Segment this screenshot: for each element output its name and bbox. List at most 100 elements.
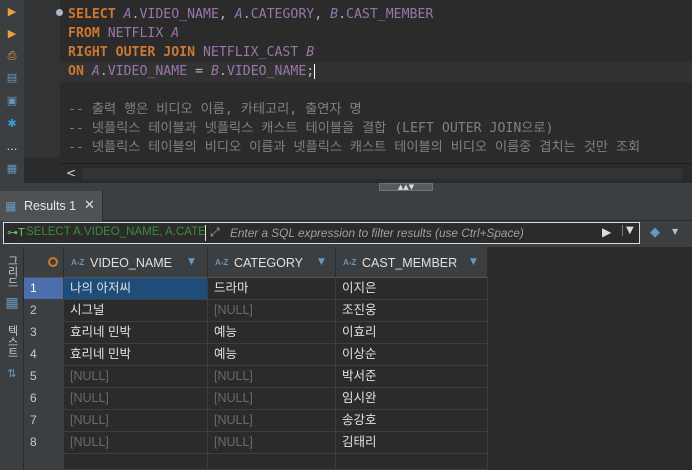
table-row[interactable]: 3 효리네 민박 예능 이효리 [24, 322, 488, 344]
row-number-empty [24, 454, 64, 470]
cell-category[interactable]: [NULL] [208, 366, 336, 388]
settings-gear-icon[interactable]: ✱ [4, 116, 20, 132]
fold-marker-icon[interactable] [56, 9, 63, 16]
table-row[interactable]: 1 나의 아저씨 드라마 이지은 [24, 278, 488, 300]
cell-category[interactable]: 드라마 [208, 278, 336, 300]
cell-video-name[interactable]: 시그널 [64, 300, 208, 322]
cell-video-name[interactable]: [NULL] [64, 366, 208, 388]
cell-cast-member[interactable]: 김태리 [336, 432, 488, 454]
code-token: . [218, 64, 227, 79]
execute-script-icon[interactable]: ▶ [4, 26, 20, 42]
code-line[interactable] [68, 81, 640, 100]
code-token: A [91, 64, 100, 79]
table-row[interactable]: 8 [NULL] [NULL] 김태리 [24, 432, 488, 454]
code-token: A [171, 26, 180, 41]
row-number[interactable]: 4 [24, 344, 64, 366]
splitter-toggle-icon[interactable]: ▲▲▼ [379, 183, 433, 191]
cell-cast-member[interactable]: 조진웅 [336, 300, 488, 322]
code-line[interactable]: FROM NETFLIX A [68, 24, 640, 43]
column-header-cast-member[interactable]: A-Z CAST_MEMBER ▼ [336, 247, 488, 278]
code-line[interactable]: -- 출력 행은 비디오 이름, 카테고리, 출연자 명 [68, 100, 640, 119]
cell-video-name[interactable]: [NULL] [64, 432, 208, 454]
code-line[interactable]: RIGHT OUTER JOIN NETFLIX_CAST B [68, 43, 640, 62]
cell-cast-member[interactable]: 송강호 [336, 410, 488, 432]
line-gutter [24, 0, 60, 158]
panel-splitter[interactable]: ▲▲▼ [0, 183, 692, 191]
row-number[interactable]: 6 [24, 388, 64, 410]
code-line[interactable]: SELECT A.VIDEO_NAME, A.CATEGORY, B.CAST_… [68, 5, 640, 24]
cell-cast-member[interactable]: 이상순 [336, 344, 488, 366]
explain-plan-icon[interactable]: ▤ [4, 70, 20, 86]
table-row[interactable]: 7 [NULL] [NULL] 송강호 [24, 410, 488, 432]
editor-horizontal-scrollbar[interactable]: < [60, 163, 692, 183]
code-token: -- 출력 행은 비디오 이름, 카테고리, 출연자 명 [68, 102, 362, 117]
sql-filter-icon: ⊶T [7, 226, 25, 239]
code-line[interactable]: ON A.VIDEO_NAME = B.VIDEO_NAME; [68, 62, 640, 81]
apply-filter-icon[interactable]: ▶ [602, 225, 611, 239]
code-token: VIDEO_NAME [139, 7, 219, 22]
sort-filter-icon[interactable]: ▼ [470, 257, 477, 267]
execute-in-new-tab-icon[interactable]: ⎙ [4, 48, 20, 64]
code-token: -- 넷플릭스 테이블의 비디오 이름과 넷플릭스 캐스트 테이블의 비디오 이… [68, 140, 641, 155]
terminal-icon[interactable]: ▣ [4, 93, 20, 109]
expand-icon[interactable]: ⤢ [210, 225, 220, 240]
cell-category[interactable]: [NULL] [208, 300, 336, 322]
grid-view-icon[interactable]: ▦ [3, 295, 21, 311]
code-token: VIDEO_NAME [226, 64, 307, 79]
close-icon[interactable]: ✕ [84, 198, 95, 213]
filter-placeholder: Enter a SQL expression to filter results… [230, 226, 524, 240]
transpose-icon[interactable]: ⇅ [3, 367, 21, 380]
tab-results-1[interactable]: ▦ Results 1 ✕ [0, 191, 103, 221]
code-line[interactable]: -- 넷플릭스 테이블과 넷플릭스 캐스트 테이블을 결합 (LEFT OUTE… [68, 119, 640, 138]
cell-video-name[interactable]: [NULL] [64, 410, 208, 432]
cell-category[interactable]: [NULL] [208, 432, 336, 454]
row-number[interactable]: 7 [24, 410, 64, 432]
sql-editor[interactable]: ▶ ▶ ⎙ ▤ ▣ ✱ … ▦ SELECT A.VIDEO_NAME, A.C… [0, 0, 692, 183]
cell-video-name[interactable]: 효리네 민박 [64, 322, 208, 344]
sql-code[interactable]: SELECT A.VIDEO_NAME, A.CATEGORY, B.CAST_… [68, 5, 640, 157]
eraser-dropdown-icon[interactable]: ▼ [672, 227, 678, 236]
cell-category[interactable]: [NULL] [208, 388, 336, 410]
cell-cast-member[interactable]: 박서준 [336, 366, 488, 388]
grid-corner[interactable] [24, 247, 64, 278]
grid-table-icon: ▦ [5, 199, 17, 213]
execute-statement-icon[interactable]: ▶ [4, 4, 20, 20]
column-header-video-name[interactable]: A-Z VIDEO_NAME ▼ [64, 247, 208, 278]
row-number[interactable]: 2 [24, 300, 64, 322]
cell-video-name[interactable]: 효리네 민박 [64, 344, 208, 366]
filter-current-query: SELECT A.VIDEO_NAME, A.CATE [26, 226, 206, 238]
cell-category[interactable]: 예능 [208, 322, 336, 344]
cell-cast-member[interactable]: 임시완 [336, 388, 488, 410]
code-token: ; [306, 64, 315, 79]
row-number[interactable]: 3 [24, 322, 64, 344]
row-number[interactable]: 8 [24, 432, 64, 454]
cell-cast-member[interactable]: 이효리 [336, 322, 488, 344]
cell-cast-member[interactable]: 이지은 [336, 278, 488, 300]
cell-category[interactable]: [NULL] [208, 410, 336, 432]
sort-filter-icon[interactable]: ▼ [188, 257, 195, 267]
cell-video-name[interactable]: [NULL] [64, 388, 208, 410]
text-view-tab[interactable]: 텍스트 [3, 325, 21, 361]
code-token: B [210, 64, 219, 79]
table-row[interactable]: 2 시그널 [NULL] 조진웅 [24, 300, 488, 322]
table-row[interactable]: 5 [NULL] [NULL] 박서준 [24, 366, 488, 388]
row-number[interactable]: 1 [24, 278, 64, 300]
cell-category[interactable]: 예능 [208, 344, 336, 366]
row-number[interactable]: 5 [24, 366, 64, 388]
clear-filter-eraser-icon[interactable]: ◆ [650, 225, 660, 240]
grid-view-tab[interactable]: 그리드 [3, 255, 21, 291]
code-line[interactable]: -- 넷플릭스 테이블의 비디오 이름과 넷플릭스 캐스트 테이블의 비디오 이… [68, 138, 640, 157]
filter-history-dropdown-icon[interactable]: ▼ [622, 225, 634, 236]
results-grid[interactable]: A-Z VIDEO_NAME ▼ A-Z CATEGORY ▼ A-Z CAST… [24, 247, 692, 470]
more-icon[interactable]: … [4, 139, 20, 155]
export-icon[interactable]: ▦ [4, 161, 20, 177]
filter-input[interactable]: ⊶T SELECT A.VIDEO_NAME, A.CATE ⤢ Enter a… [3, 222, 640, 244]
column-header-category[interactable]: A-Z CATEGORY ▼ [208, 247, 336, 278]
table-row[interactable]: 4 효리네 민박 예능 이상순 [24, 344, 488, 366]
sort-filter-icon[interactable]: ▼ [318, 257, 325, 267]
cell-video-name[interactable]: 나의 아저씨 [64, 278, 208, 300]
scroll-left-arrow-icon[interactable]: < [66, 166, 76, 180]
table-row[interactable]: 6 [NULL] [NULL] 임시완 [24, 388, 488, 410]
row-select-icon[interactable] [48, 257, 58, 267]
scroll-track[interactable] [82, 168, 682, 179]
